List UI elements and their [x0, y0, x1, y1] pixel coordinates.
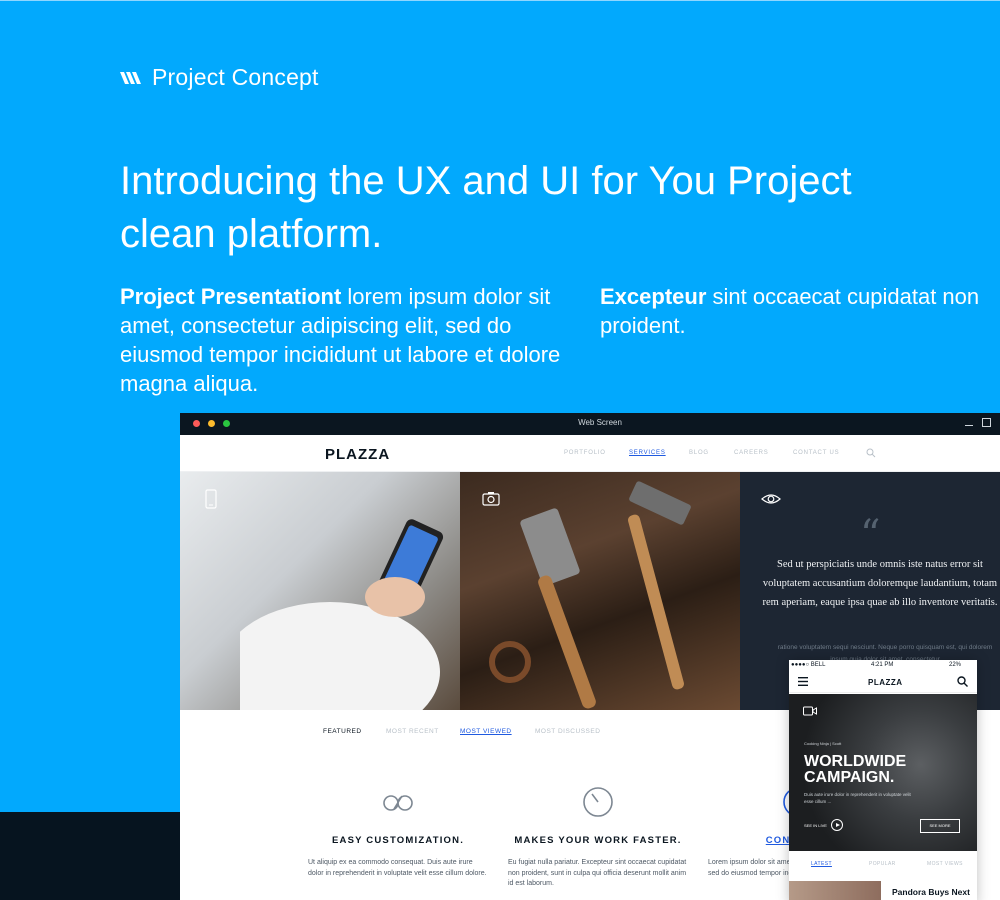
nav-item-portfolio[interactable]: PORTFOLIO	[564, 450, 606, 456]
phone-mockup: ●●●●○ BELL 4:21 PM 22% PLAZZA Cooking Ni…	[789, 660, 977, 900]
search-icon[interactable]	[957, 676, 968, 687]
watch-live-label: SEE IN LIVE	[804, 822, 827, 828]
feature-text: Ut aliquip ex ea commodo consequat. Duis…	[308, 859, 487, 877]
tab-most-recent[interactable]: MOST RECENT	[386, 728, 439, 735]
brand-name: Project Concept	[152, 64, 319, 90]
feature-card-speed: MAKES YOUR WORK FASTER. Eu fugiat nulla …	[508, 783, 688, 890]
brand-logo-icon	[120, 71, 141, 84]
minimize-icon[interactable]	[965, 425, 973, 426]
quote-mark-icon: “	[860, 512, 881, 558]
tab-featured[interactable]: FEATURED	[323, 728, 362, 735]
tab-most-viewed[interactable]: MOST VIEWED	[460, 728, 512, 735]
phone-photo-tile[interactable]	[180, 472, 460, 710]
battery-level: 22%	[949, 662, 962, 668]
tools-photo-tile[interactable]	[460, 472, 740, 710]
hero-description: Duis aute irure dolor in reprehenderit i…	[804, 792, 911, 804]
feature-title: MAKES YOUR WORK FASTER.	[514, 835, 682, 846]
intro-paragraph-right: Excepteur sint occaecat cupidatat non pr…	[600, 282, 1000, 340]
status-time: 4:21 PM	[871, 662, 894, 668]
hands-holding-phone-illustration	[240, 519, 444, 710]
phone-tab-most-views[interactable]: MOST VIEWS	[927, 861, 963, 867]
phone-hero[interactable]: Cooking Ninja | Scott WORLDWIDE CAMPAIGN…	[789, 694, 977, 851]
site-navbar: PLAZZA PORTFOLIO SERVICES BLOG CAREERS C…	[180, 435, 1000, 472]
hamburger-menu-icon[interactable]	[798, 677, 808, 686]
tools-illustration	[489, 481, 691, 709]
news-thumbnail	[789, 881, 881, 900]
news-headline: Pandora Buys Next	[892, 887, 970, 897]
feature-text: Eu fugiat nulla pariatur. Excepteur sint…	[508, 859, 687, 887]
feature-title: EASY CUSTOMIZATION.	[331, 835, 465, 846]
timer-icon	[583, 787, 613, 817]
play-icon	[830, 819, 843, 831]
window-title: Web Screen	[578, 418, 622, 427]
nav-item-contact[interactable]: CONTACT US	[793, 450, 839, 456]
phone-news-item[interactable]: Pandora Buys Next	[789, 879, 977, 900]
maximize-icon[interactable]	[982, 418, 991, 427]
page-headline: Introducing the UX and UI for You Projec…	[120, 159, 852, 256]
feature-card-customization: EASY CUSTOMIZATION. Ut aliquip ex ea com…	[308, 783, 488, 879]
search-icon[interactable]	[866, 448, 876, 458]
hero-title: WORLDWIDE CAMPAIGN.	[804, 753, 907, 786]
nav-item-careers[interactable]: CAREERS	[734, 450, 769, 456]
intro-left-bold: Project Presentationt	[120, 284, 342, 309]
phone-status-bar: ●●●●○ BELL 4:21 PM 22%	[789, 660, 977, 671]
nav-item-services[interactable]: SERVICES	[629, 450, 666, 456]
phone-navbar: PLAZZA	[789, 671, 977, 693]
intro-paragraph-left: Project Presentationt lorem ipsum dolor …	[120, 282, 580, 398]
phone-tabs: LATEST POPULAR MOST VIEWS	[789, 855, 977, 875]
hero-meta: Cooking Ninja | Scott	[804, 741, 842, 746]
infinity-bike-icon	[383, 795, 413, 811]
nav-item-blog[interactable]: BLOG	[689, 450, 709, 456]
phone-tab-popular[interactable]: POPULAR	[869, 861, 896, 867]
carrier-label: ●●●●○ BELL	[791, 662, 826, 668]
window-titlebar: Web Screen	[180, 413, 1000, 435]
quote-text: Sed ut perspiciatis unde omnis iste natu…	[762, 559, 998, 608]
eye-icon[interactable]	[760, 488, 782, 510]
watch-live-button[interactable]: SEE IN LIVE	[804, 819, 843, 831]
mobile-icon	[205, 489, 217, 509]
tab-most-discussed[interactable]: MOST DISCUSSED	[535, 728, 600, 735]
phone-logo[interactable]: PLAZZA	[868, 678, 903, 687]
see-more-button[interactable]: SEE MORE	[920, 819, 960, 833]
site-logo[interactable]: PLAZZA	[325, 446, 390, 463]
video-camera-icon	[803, 706, 817, 716]
phone-tab-latest[interactable]: LATEST	[811, 861, 832, 867]
intro-right-bold: Excepteur	[600, 284, 707, 309]
brand: Project Concept	[120, 64, 319, 91]
